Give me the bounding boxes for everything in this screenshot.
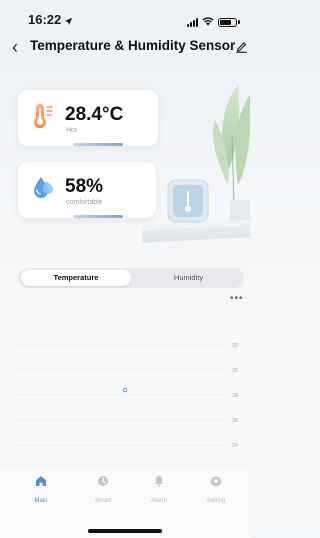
page-title: Temperature & Humidity Sensor [30,38,236,53]
signal-icon [187,17,198,27]
edit-icon[interactable] [236,40,247,58]
nav-main-label: Main [34,498,48,504]
nav-smart[interactable]: Smart [83,474,123,504]
header: ‹ Temperature & Humidity Sensor [0,36,250,60]
wifi-icon [202,13,214,31]
gear-icon [196,474,236,492]
nav-main[interactable]: Main [21,474,61,504]
temperature-chart: 32 30 28 26 24 [18,335,244,470]
y-tick-label: 24 [232,443,238,449]
chart-tabs: Temperature Humidity [18,268,244,288]
battery-icon [218,17,237,27]
bottom-nav: Main Smart Alarm Setting [0,465,250,538]
water-drop-icon [32,175,54,204]
nav-smart-label: Smart [94,498,111,504]
humidity-value: 58% [65,176,104,197]
home-icon [21,474,61,492]
y-tick-label: 28 [232,393,238,399]
temperature-bar [73,143,123,146]
bell-icon [139,474,179,492]
temperature-value: 28.4°C [65,104,124,125]
y-tick-label: 26 [232,418,238,424]
nav-alarm-label: Alarm [151,498,167,504]
status-bar: 16:22 [0,0,250,36]
humidity-status: comfortable [66,199,103,206]
humidity-bar [73,215,123,218]
more-options-icon[interactable]: ••• [230,293,244,304]
y-tick-label: 30 [232,368,238,374]
location-arrow-icon [64,13,73,31]
tab-humidity[interactable]: Humidity [136,270,241,286]
humidity-card[interactable]: 58% comfortable [18,162,156,218]
tab-temperature[interactable]: Temperature [21,270,131,286]
clock-icon [83,474,123,492]
status-time: 16:22 [28,12,62,27]
home-indicator [88,529,162,533]
back-icon[interactable]: ‹ [12,36,18,58]
temperature-card[interactable]: 28.4°C Hot [18,90,158,146]
y-tick-label: 32 [232,343,238,349]
data-point[interactable] [122,387,128,393]
nav-alarm[interactable]: Alarm [139,474,179,504]
temperature-status: Hot [66,127,77,134]
nav-setting[interactable]: Setting [196,474,236,504]
thermometer-icon [32,103,54,134]
nav-setting-label: Setting [206,498,226,504]
